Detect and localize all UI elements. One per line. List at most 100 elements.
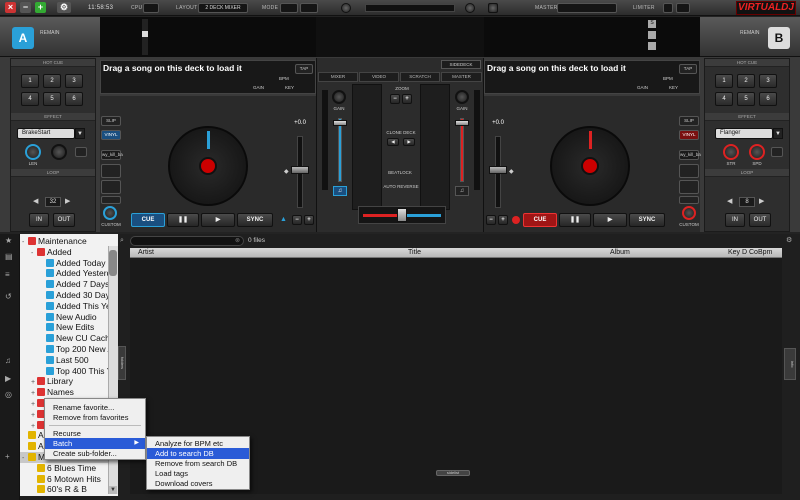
tree-item[interactable]: Top 400 This Year (20, 366, 108, 377)
column-bpm[interactable]: Bpm (758, 248, 772, 258)
deck-b-effect-toggle[interactable] (771, 147, 783, 157)
karaoke-icon[interactable]: ◎ (5, 390, 12, 399)
info-panel-toggle[interactable]: info (784, 348, 796, 380)
clone-right-button[interactable]: ▶ (403, 138, 415, 146)
tree-item[interactable]: - Added (20, 247, 108, 258)
close-icon[interactable]: × (5, 2, 16, 13)
deck-b-waveform[interactable]: S (484, 17, 700, 57)
master-knob-left[interactable] (341, 3, 351, 13)
hotcue-3[interactable]: 3 (759, 74, 777, 88)
folders-toggle[interactable]: folders (118, 346, 126, 380)
tree-item[interactable]: + Names (20, 387, 108, 398)
search-input[interactable]: ⊗ (130, 236, 244, 246)
deck-b-loop-out[interactable]: OUT (749, 213, 771, 227)
deck-b-sampler-pad-1[interactable] (679, 164, 699, 178)
deck-a-sampler-pad-3[interactable] (101, 196, 121, 204)
channel-fader-b[interactable] (460, 118, 464, 182)
column-d[interactable]: D (742, 248, 747, 258)
deck-b-keylock-icon[interactable] (512, 216, 520, 224)
deck-b-loop-in[interactable]: IN (725, 213, 745, 227)
tree-item[interactable]: Last 500 (20, 355, 108, 366)
deck-a-custom-knob[interactable] (103, 206, 117, 220)
tree-item[interactable]: New Audio (20, 312, 108, 323)
deck-b-jogwheel[interactable] (550, 126, 630, 206)
tree-item[interactable]: Added This Year (20, 301, 108, 312)
tree-item[interactable]: + Library (20, 376, 108, 387)
minimize-icon[interactable]: − (20, 2, 31, 13)
tree-item[interactable]: Added 7 Days (20, 279, 108, 290)
column-album[interactable]: Album (610, 248, 630, 258)
search-icon[interactable]: ⌕ (120, 237, 128, 245)
deck-a-sync-button[interactable]: SYNC (237, 213, 273, 227)
deck-b-pitch-handle[interactable] (489, 166, 507, 174)
tab-master[interactable]: MASTER (441, 72, 482, 82)
deck-b-pitch-minus[interactable]: − (486, 215, 496, 225)
deck-a-pitch-minus[interactable]: − (292, 215, 302, 225)
music-note-icon[interactable]: ♫ (5, 356, 11, 365)
deck-a-pause-button[interactable]: ❚❚ (167, 213, 199, 227)
column-title[interactable]: Title (408, 248, 421, 258)
deck-b-slip-button[interactable]: SLIP (679, 116, 699, 126)
deck-b-sampler-pad-3[interactable] (679, 196, 699, 204)
column-artist[interactable]: Artist (138, 248, 154, 258)
crossfader-mini[interactable] (365, 4, 455, 12)
headphone-a-icon[interactable]: ♫ (333, 186, 347, 196)
deck-b-effect-select[interactable]: Flanger (715, 128, 773, 139)
menu-create-subfolder[interactable]: Create sub-folder... (45, 448, 145, 459)
mode-button-2[interactable] (300, 3, 318, 13)
column-co[interactable]: Co (749, 248, 758, 258)
clear-search-icon[interactable]: ⊗ (235, 237, 240, 244)
hotcue-4[interactable]: 4 (21, 92, 39, 106)
deck-b-cue-button[interactable]: CUE (523, 213, 557, 227)
mixer-gain-right-knob[interactable] (455, 90, 469, 104)
channel-fader-b-handle[interactable] (455, 120, 469, 126)
crossfader[interactable] (358, 206, 446, 224)
hotcue-6[interactable]: 6 (759, 92, 777, 106)
hotcue-2[interactable]: 2 (43, 74, 61, 88)
record-icon[interactable] (488, 3, 498, 13)
deck-b-vinyl-button[interactable]: VINYL (679, 130, 699, 140)
deck-a-cue-button[interactable]: CUE (131, 213, 165, 227)
crossfader-handle[interactable] (397, 208, 407, 222)
menu-remove-favorites[interactable]: Remove from favorites (45, 412, 145, 423)
loop-increase-icon[interactable]: ▶ (65, 197, 75, 207)
tree-item[interactable]: Added 30 Days (20, 290, 108, 301)
mixer-gain-left-knob[interactable] (332, 90, 346, 104)
deck-a-vinyl-button[interactable]: VINYL (101, 130, 121, 140)
loop-decrease-icon[interactable]: ◀ (33, 197, 43, 207)
tree-item[interactable]: New Edits (20, 322, 108, 333)
master-knob-right[interactable] (465, 3, 475, 13)
scroll-down-icon[interactable]: ▼ (109, 486, 117, 494)
settings-gear-icon[interactable]: ⚙ (57, 2, 71, 13)
channel-fader-a-handle[interactable] (333, 120, 347, 126)
hotcue-5[interactable]: 5 (43, 92, 61, 106)
hotcue-1[interactable]: 1 (21, 74, 39, 88)
sidelist-toggle[interactable]: sidelist (436, 470, 470, 476)
deck-a-waveform[interactable] (100, 17, 316, 57)
deck-a-keylock-icon[interactable]: ▲ (280, 216, 288, 224)
deck-a-jogwheel[interactable] (168, 126, 248, 206)
deck-b-sync-button[interactable]: SYNC (629, 213, 665, 227)
loop-increase-icon[interactable]: ▶ (759, 197, 769, 207)
deck-b-pitch-plus[interactable]: + (498, 215, 508, 225)
channel-fader-a[interactable] (338, 118, 342, 182)
loop-decrease-icon[interactable]: ◀ (727, 197, 737, 207)
video-icon[interactable]: ▶ (5, 374, 11, 383)
tree-item[interactable]: - Maintenance (20, 236, 108, 247)
zoom-in-button[interactable]: + (402, 94, 412, 104)
window-control[interactable] (676, 3, 690, 13)
maximize-icon[interactable]: + (35, 2, 46, 13)
deck-a-loop-out[interactable]: OUT (53, 213, 75, 227)
chevron-down-icon[interactable]: ▼ (773, 128, 783, 139)
mode-button-1[interactable] (280, 3, 298, 13)
zoom-out-button[interactable]: − (390, 94, 400, 104)
deck-a-effect-toggle[interactable] (75, 147, 87, 157)
deck-b-play-button[interactable]: ▶ (593, 213, 627, 227)
folder-icon[interactable]: ▤ (5, 252, 13, 261)
tree-item[interactable]: 6 Blues Time (20, 463, 108, 474)
deck-b-sampler-slot[interactable]: wy_kill_ba (679, 150, 701, 160)
master-volume[interactable] (557, 3, 617, 13)
tree-item[interactable]: Top 200 New Audio (20, 344, 108, 355)
tree-scrollbar-thumb[interactable] (109, 250, 117, 276)
deck-a-sampler-pad-2[interactable] (101, 180, 121, 194)
